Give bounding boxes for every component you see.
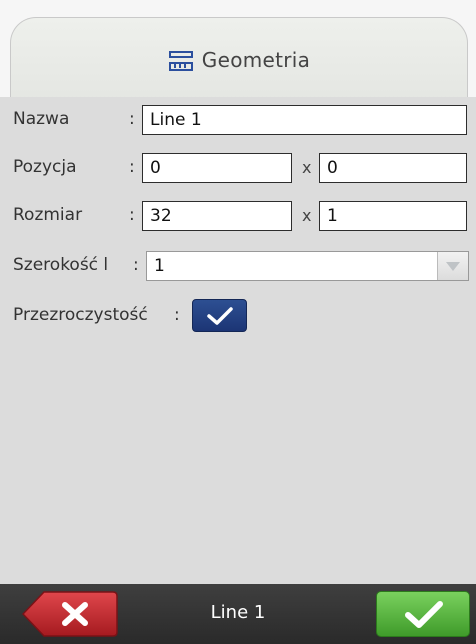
position-label: Pozycja	[13, 157, 77, 177]
size-label: Rozmiar	[13, 205, 83, 225]
tab-geometria[interactable]: Geometria	[10, 17, 468, 103]
size-row: Rozmiar : 32 x 1	[0, 201, 476, 233]
size-colon: :	[129, 205, 135, 225]
transparency-label: Przezroczystość	[13, 305, 148, 325]
tab-label: Geometria	[201, 48, 311, 72]
tab-bar: Geometria	[0, 0, 476, 103]
line-width-value: 1	[154, 256, 165, 276]
size-width-field[interactable]: 32	[142, 201, 292, 231]
transparency-row: Przezroczystość :	[0, 299, 476, 333]
line-width-colon: :	[133, 255, 139, 275]
ok-button[interactable]	[376, 591, 470, 637]
chevron-down-icon[interactable]	[437, 252, 468, 280]
position-separator: x	[302, 158, 312, 177]
position-x-field[interactable]: 0	[142, 153, 292, 183]
line-width-label: Szerokość l	[13, 255, 109, 275]
name-field[interactable]: Line 1	[142, 105, 467, 135]
size-separator: x	[302, 206, 312, 225]
footer-bar: Line 1	[0, 584, 476, 644]
name-row: Nazwa : Line 1	[0, 105, 476, 137]
check-icon	[207, 307, 233, 325]
position-y-field[interactable]: 0	[319, 153, 467, 183]
ruler-icon	[168, 50, 194, 77]
position-colon: :	[129, 157, 135, 177]
name-label: Nazwa	[13, 109, 70, 129]
transparency-colon: :	[174, 305, 180, 325]
line-width-select[interactable]: 1	[146, 251, 469, 281]
check-icon	[405, 601, 443, 628]
transparency-checkbox[interactable]	[192, 299, 247, 332]
position-row: Pozycja : 0 x 0	[0, 153, 476, 185]
line-width-row: Szerokość l : 1	[0, 251, 476, 283]
geometry-panel: Nazwa : Line 1 Pozycja : 0 x 0 Rozmiar :…	[0, 97, 476, 584]
name-colon: :	[129, 109, 135, 129]
size-height-field[interactable]: 1	[319, 201, 467, 231]
